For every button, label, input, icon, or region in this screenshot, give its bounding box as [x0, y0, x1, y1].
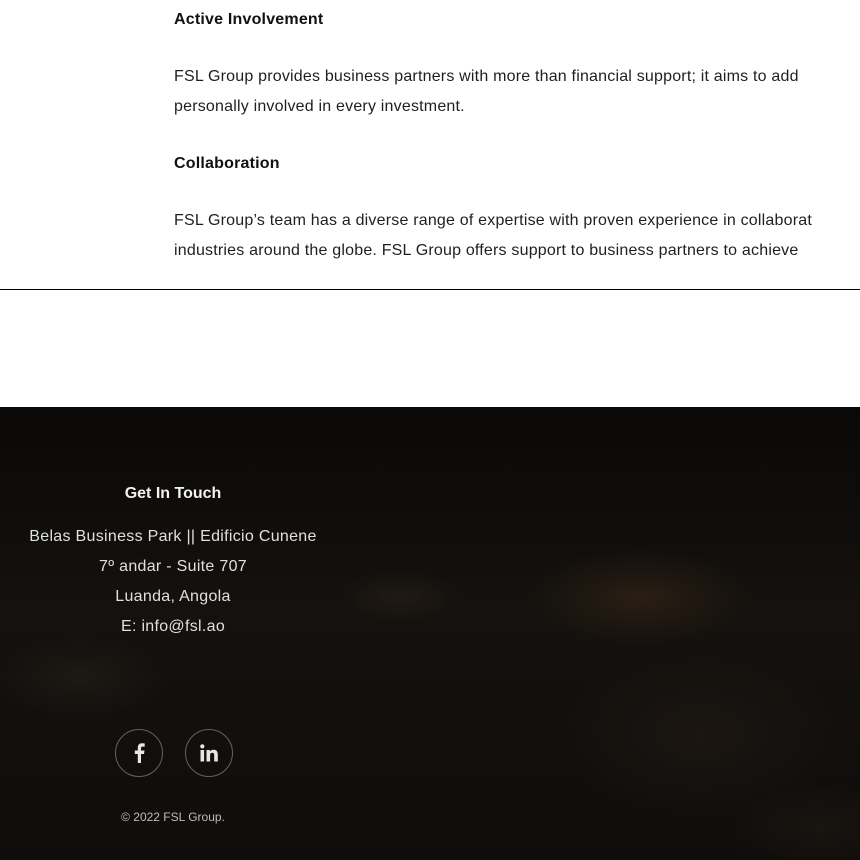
facebook-icon: [133, 743, 145, 763]
section-heading-collaboration: Collaboration: [174, 155, 280, 172]
section-heading-active-involvement: Active Involvement: [174, 11, 324, 28]
address-line: Luanda, Angola: [115, 588, 231, 605]
section-paragraph-line: FSL Group’s team has a diverse range of …: [174, 212, 812, 229]
footer-title: Get In Touch: [124, 485, 222, 502]
email-link[interactable]: info@fsl.ao: [141, 618, 225, 635]
address-line: Belas Business Park || Edificio Cunene: [29, 528, 317, 545]
email-line: E: info@fsl.ao: [0, 618, 346, 636]
email-prefix: E:: [120, 618, 142, 635]
copyright-text: © 2022 FSL Group.: [121, 810, 225, 824]
section-paragraph-line: personally involved in every investment.: [174, 98, 465, 115]
facebook-button[interactable]: [115, 729, 163, 777]
section-paragraph-line: FSL Group provides business partners wit…: [174, 68, 799, 85]
linkedin-icon: [200, 744, 218, 762]
content-section: Active Involvement FSL Group provides bu…: [0, 0, 860, 290]
linkedin-button[interactable]: [185, 729, 233, 777]
section-paragraph-line: industries around the globe. FSL Group o…: [174, 242, 799, 259]
address-line: 7º andar - Suite 707: [99, 558, 247, 575]
footer: Get In Touch Belas Business Park || Edif…: [0, 407, 860, 860]
